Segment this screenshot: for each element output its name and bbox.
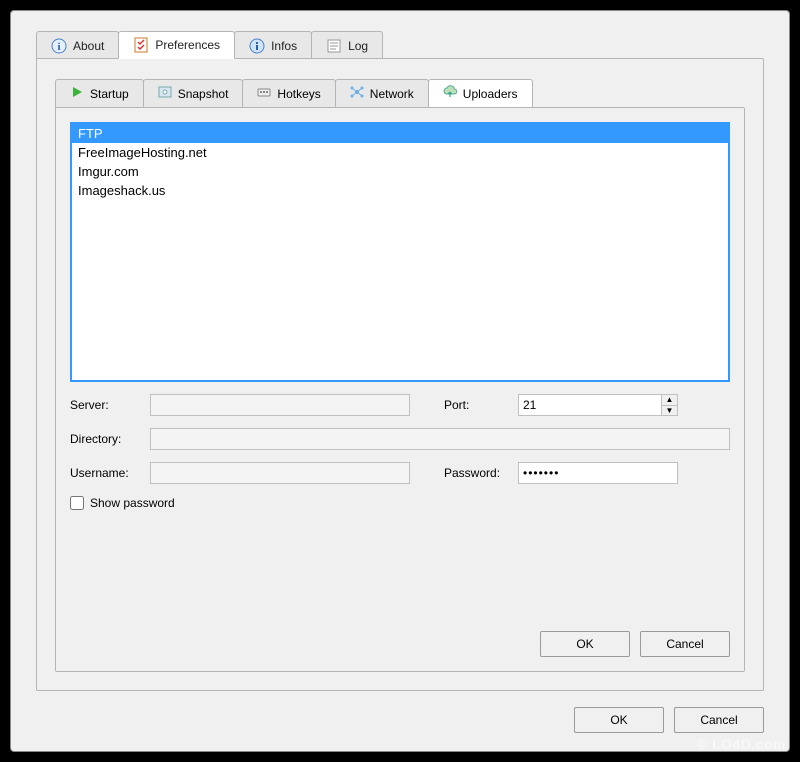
snapshot-icon xyxy=(158,85,172,102)
keyboard-icon xyxy=(257,85,271,102)
tab-label: Log xyxy=(348,39,368,53)
spinner-up-button[interactable]: ▲ xyxy=(662,395,677,406)
tab-snapshot[interactable]: Snapshot xyxy=(143,79,244,107)
port-spinner[interactable]: ▲ ▼ xyxy=(518,394,678,416)
tab-label: Uploaders xyxy=(463,87,518,101)
tab-label: Startup xyxy=(90,87,129,101)
uploaders-panel: FTP FreeImageHosting.net Imgur.com Image… xyxy=(55,107,745,672)
tab-label: About xyxy=(73,39,104,53)
server-input[interactable] xyxy=(150,394,410,416)
tab-label: Infos xyxy=(271,39,297,53)
show-password-checkbox[interactable] xyxy=(70,496,84,510)
username-label: Username: xyxy=(70,466,146,480)
tab-about[interactable]: i About xyxy=(36,31,119,59)
show-password-label: Show password xyxy=(90,496,175,510)
directory-label: Directory: xyxy=(70,432,146,446)
log-icon xyxy=(326,38,342,54)
tab-label: Hotkeys xyxy=(277,87,320,101)
svg-text:i: i xyxy=(57,41,60,53)
cancel-button[interactable]: Cancel xyxy=(674,707,764,733)
preferences-panel: Startup Snapshot Hotkeys Network xyxy=(36,58,764,691)
tab-preferences[interactable]: Preferences xyxy=(118,31,235,59)
uploaders-listbox[interactable]: FTP FreeImageHosting.net Imgur.com Image… xyxy=(70,122,730,382)
port-input[interactable] xyxy=(519,395,661,415)
spinner-buttons: ▲ ▼ xyxy=(661,395,677,415)
username-input[interactable] xyxy=(150,462,410,484)
cloud-upload-icon xyxy=(443,85,457,102)
password-input[interactable] xyxy=(518,462,678,484)
tab-label: Network xyxy=(370,87,414,101)
tab-startup[interactable]: Startup xyxy=(55,79,144,107)
info-circle-icon xyxy=(249,38,265,54)
info-icon: i xyxy=(51,38,67,54)
tab-network[interactable]: Network xyxy=(335,79,429,107)
ok-button[interactable]: OK xyxy=(574,707,664,733)
main-tabstrip: i About Preferences Infos Log xyxy=(11,11,789,59)
tab-label: Snapshot xyxy=(178,87,229,101)
preferences-dialog: i About Preferences Infos Log xyxy=(10,10,790,752)
tab-log[interactable]: Log xyxy=(311,31,383,59)
list-item[interactable]: Imgur.com xyxy=(72,162,728,181)
network-icon xyxy=(350,85,364,102)
inner-ok-button[interactable]: OK xyxy=(540,631,630,657)
tab-infos[interactable]: Infos xyxy=(234,31,312,59)
server-label: Server: xyxy=(70,398,146,412)
tab-label: Preferences xyxy=(155,38,220,52)
preferences-icon xyxy=(133,37,149,53)
list-item[interactable]: Imageshack.us xyxy=(72,181,728,200)
tab-hotkeys[interactable]: Hotkeys xyxy=(242,79,335,107)
watermark: © LO4D.com xyxy=(697,736,786,752)
play-icon xyxy=(70,85,84,102)
list-item[interactable]: FTP xyxy=(72,124,728,143)
password-label: Password: xyxy=(444,466,514,480)
inner-cancel-button[interactable]: Cancel xyxy=(640,631,730,657)
port-label: Port: xyxy=(444,398,514,412)
tab-uploaders[interactable]: Uploaders xyxy=(428,79,533,107)
directory-input[interactable] xyxy=(150,428,730,450)
inner-tabstrip: Startup Snapshot Hotkeys Network xyxy=(55,79,745,107)
spinner-down-button[interactable]: ▼ xyxy=(662,406,677,416)
list-item[interactable]: FreeImageHosting.net xyxy=(72,143,728,162)
